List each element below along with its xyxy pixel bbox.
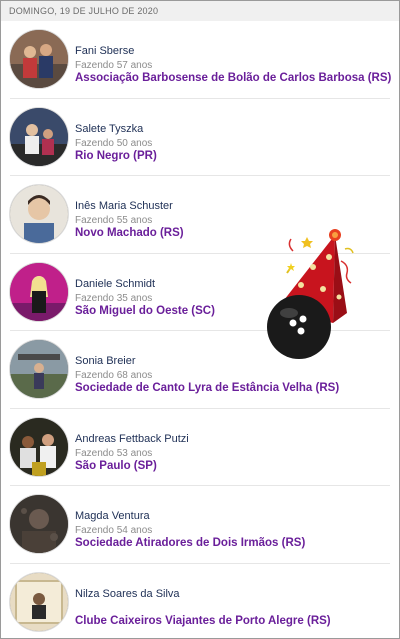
age-text: Fazendo 55 anos <box>75 215 153 226</box>
person-name[interactable]: Magda Ventura <box>75 510 150 522</box>
person-name[interactable]: Nilza Soares da Silva <box>75 588 180 600</box>
person-name[interactable]: Inês Maria Schuster <box>75 200 173 212</box>
person-name[interactable]: Sonia Breier <box>75 355 136 367</box>
list-item: Nilza Soares da Silva Clube Caixeiros Vi… <box>10 564 390 639</box>
avatar[interactable] <box>10 340 68 398</box>
list-item: Fani Sberse Fazendo 57 anos Associação B… <box>10 21 391 99</box>
club-link[interactable]: Rio Negro (PR) <box>75 150 157 162</box>
age-text: Fazendo 54 anos <box>75 525 153 536</box>
list-item: Magda Ventura Fazendo 54 anos Sociedade … <box>10 486 390 564</box>
person-name[interactable]: Andreas Fettback Putzi <box>75 433 189 445</box>
club-link[interactable]: Sociedade de Canto Lyra de Estância Velh… <box>75 382 339 394</box>
age-text: Fazendo 68 anos <box>75 370 153 381</box>
birthday-list-widget: DOMINGO, 19 DE JULHO DE 2020 Fani Sberse… <box>0 0 400 639</box>
club-link[interactable]: São Miguel do Oeste (SC) <box>75 305 215 317</box>
club-link[interactable]: São Paulo (SP) <box>75 460 157 472</box>
avatar[interactable] <box>10 495 68 553</box>
age-text: Fazendo 53 anos <box>75 447 153 459</box>
person-name[interactable]: Fani Sberse <box>75 45 134 57</box>
avatar[interactable] <box>10 185 68 243</box>
person-name[interactable]: Salete Tyszka <box>75 123 143 135</box>
list-item: Salete Tyszka Fazendo 50 anos Rio Negro … <box>10 99 390 176</box>
age-text: Fazendo 35 anos <box>75 292 153 304</box>
avatar[interactable] <box>10 262 68 321</box>
avatar[interactable] <box>10 30 68 88</box>
club-link[interactable]: Associação Barbosense de Bolão de Carlos… <box>75 72 391 84</box>
club-link[interactable]: Novo Machado (RS) <box>75 227 184 239</box>
avatar[interactable] <box>10 572 68 631</box>
party-hat-bowling-ball-icon <box>263 227 357 363</box>
list-item: Andreas Fettback Putzi Fazendo 53 anos S… <box>10 409 390 486</box>
age-text: Fazendo 57 anos <box>75 60 153 71</box>
avatar[interactable] <box>10 417 68 476</box>
club-link[interactable]: Sociedade Atiradores de Dois Irmãos (RS) <box>75 537 305 549</box>
avatar[interactable] <box>10 107 68 166</box>
club-link[interactable]: Clube Caixeiros Viajantes de Porto Alegr… <box>75 615 331 627</box>
date-header: DOMINGO, 19 DE JULHO DE 2020 <box>1 1 399 21</box>
person-name[interactable]: Daniele Schmidt <box>75 278 155 290</box>
age-text: Fazendo 50 anos <box>75 137 153 149</box>
